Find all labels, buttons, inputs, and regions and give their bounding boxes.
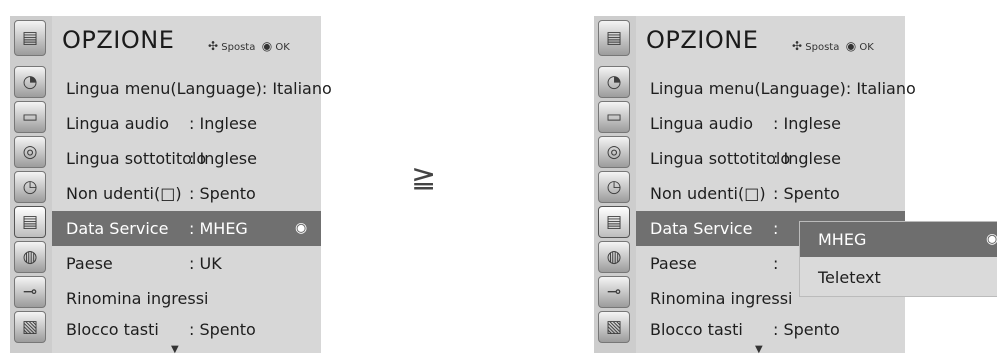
nav-hint: ✣ Sposta ◉ OK bbox=[208, 39, 290, 53]
menu-item-label: Lingua menu(Language): Italiano bbox=[66, 79, 332, 98]
menu-item-label: Rinomina ingressi bbox=[650, 289, 793, 308]
menu-item-menu-language[interactable]: Lingua menu(Language): Italiano bbox=[52, 71, 332, 106]
menu-item-value: : MHEG bbox=[189, 219, 248, 238]
satellite-dish-icon[interactable]: ◔ bbox=[14, 66, 46, 98]
radio-selected-icon: ◉ bbox=[295, 220, 308, 236]
option-tools-icon: ▤ bbox=[598, 20, 630, 56]
menu-item-country[interactable]: Paese : UK bbox=[52, 246, 321, 281]
menu-item-value: : Inglese bbox=[189, 114, 257, 133]
padlock-icon[interactable]: ◍ bbox=[598, 241, 630, 273]
radio-selected-icon: ◉ bbox=[986, 231, 997, 247]
tv-screen-icon[interactable]: ▭ bbox=[14, 101, 46, 133]
clock-icon[interactable]: ◷ bbox=[14, 171, 46, 203]
popup-option-mheg[interactable]: MHEG ◉ bbox=[800, 222, 997, 257]
popup-option-label: MHEG bbox=[818, 230, 867, 249]
menu-item-value: : Spento bbox=[189, 320, 256, 339]
plug-input-icon[interactable]: ⊸ bbox=[598, 276, 630, 308]
menu-item-label: Blocco tasti bbox=[66, 320, 159, 339]
step-arrow-icon: ≧ bbox=[411, 160, 437, 195]
menu-item-rename-inputs[interactable]: Rinomina ingressi bbox=[52, 281, 321, 316]
popup-option-teletext[interactable]: Teletext bbox=[800, 260, 997, 295]
menu-item-value: : Spento bbox=[773, 320, 840, 339]
menu-title: OPZIONE bbox=[646, 26, 759, 54]
option-tools-icon[interactable]: ▤ bbox=[598, 206, 630, 238]
menu-item-audio-language[interactable]: Lingua audio : Inglese bbox=[636, 106, 905, 141]
option-tools-icon[interactable]: ▤ bbox=[14, 206, 46, 238]
options-menu-right: ▤ ◔ ▭ ◎ ◷ ▤ ◍ ⊸ ▧ OPZIONE ✣ Sposta ◉ OK … bbox=[594, 16, 916, 355]
menu-item-label: Blocco tasti bbox=[650, 320, 743, 339]
option-tools-icon: ▤ bbox=[14, 20, 46, 56]
move-arrows-icon: ✣ bbox=[792, 39, 803, 53]
move-hint-label: Sposta bbox=[221, 42, 256, 53]
menu-item-label: Non udenti(□) bbox=[66, 184, 182, 203]
move-hint-label: Sposta bbox=[805, 42, 840, 53]
ok-button-icon: ◉ bbox=[261, 39, 273, 53]
menu-item-label: Data Service bbox=[650, 219, 753, 238]
speaker-icon[interactable]: ◎ bbox=[598, 136, 630, 168]
tv-screen-icon[interactable]: ▭ bbox=[598, 101, 630, 133]
clock-icon[interactable]: ◷ bbox=[598, 171, 630, 203]
data-service-popup: MHEG ◉ Teletext bbox=[800, 222, 997, 296]
menu-item-label: Paese bbox=[650, 254, 697, 273]
menu-item-label: Lingua menu(Language): Italiano bbox=[650, 79, 916, 98]
scroll-down-icon[interactable]: ▼ bbox=[755, 344, 763, 355]
menu-item-label: Lingua sottotitolo bbox=[650, 149, 791, 168]
menu-item-label: Paese bbox=[66, 254, 113, 273]
menu-item-label: Lingua audio bbox=[66, 114, 170, 133]
menu-item-hearing-impaired[interactable]: Non udenti(□) : Spento bbox=[52, 176, 321, 211]
ok-button-icon: ◉ bbox=[845, 39, 857, 53]
menu-item-label: Non udenti(□) bbox=[650, 184, 766, 203]
options-menu-left: ▤ ◔ ▭ ◎ ◷ ▤ ◍ ⊸ ▧ OPZIONE ✣ Sposta ◉ OK … bbox=[10, 16, 332, 355]
menu-item-value: : Spento bbox=[773, 184, 840, 203]
scroll-down-icon[interactable]: ▼ bbox=[171, 344, 179, 355]
menu-item-subtitle-language[interactable]: Lingua sottotitolo : Inglese bbox=[636, 141, 905, 176]
menu-item-value: : UK bbox=[189, 254, 222, 273]
speaker-icon[interactable]: ◎ bbox=[14, 136, 46, 168]
menu-item-value: : Spento bbox=[189, 184, 256, 203]
menu-item-menu-language[interactable]: Lingua menu(Language): Italiano bbox=[636, 71, 916, 106]
popup-option-label: Teletext bbox=[818, 268, 881, 287]
menu-title: OPZIONE bbox=[62, 26, 175, 54]
menu-item-hearing-impaired[interactable]: Non udenti(□) : Spento bbox=[636, 176, 905, 211]
menu-icon-column: ▤ ◔ ▭ ◎ ◷ ▤ ◍ ⊸ ▧ bbox=[10, 16, 52, 353]
menu-item-value: : bbox=[773, 219, 779, 238]
menu-item-subtitle-language[interactable]: Lingua sottotitolo : Inglese bbox=[52, 141, 321, 176]
menu-item-key-lock[interactable]: Blocco tasti : Spento bbox=[636, 312, 905, 347]
menu-item-value: : bbox=[773, 254, 779, 273]
menu-item-audio-language[interactable]: Lingua audio : Inglese bbox=[52, 106, 321, 141]
menu-item-data-service[interactable]: Data Service : MHEG ◉ bbox=[52, 211, 321, 246]
ok-hint-label: OK bbox=[859, 42, 874, 53]
picture-icon[interactable]: ▧ bbox=[14, 311, 46, 343]
menu-item-label: Data Service bbox=[66, 219, 169, 238]
menu-item-label: Rinomina ingressi bbox=[66, 289, 209, 308]
menu-item-label: Lingua sottotitolo bbox=[66, 149, 207, 168]
move-arrows-icon: ✣ bbox=[208, 39, 219, 53]
menu-item-value: : Inglese bbox=[773, 114, 841, 133]
plug-input-icon[interactable]: ⊸ bbox=[14, 276, 46, 308]
ok-hint-label: OK bbox=[275, 42, 290, 53]
menu-icon-column: ▤ ◔ ▭ ◎ ◷ ▤ ◍ ⊸ ▧ bbox=[594, 16, 636, 353]
padlock-icon[interactable]: ◍ bbox=[14, 241, 46, 273]
menu-item-value: : Inglese bbox=[773, 149, 841, 168]
menu-item-label: Lingua audio bbox=[650, 114, 754, 133]
menu-item-value: : Inglese bbox=[189, 149, 257, 168]
menu-item-key-lock[interactable]: Blocco tasti : Spento bbox=[52, 312, 321, 347]
satellite-dish-icon[interactable]: ◔ bbox=[598, 66, 630, 98]
nav-hint: ✣ Sposta ◉ OK bbox=[792, 39, 874, 53]
picture-icon[interactable]: ▧ bbox=[598, 311, 630, 343]
